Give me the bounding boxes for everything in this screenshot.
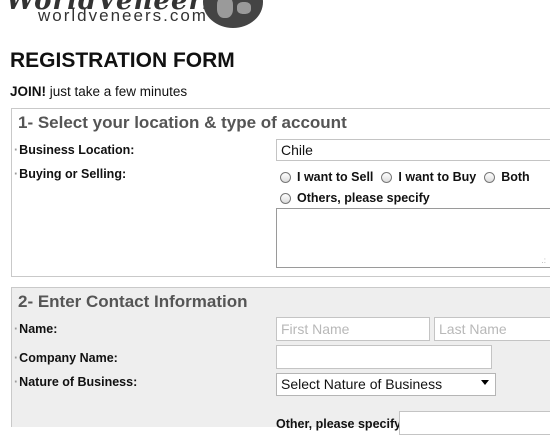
business-location-field[interactable] [276, 139, 550, 161]
section1-heading: 1- Select your location & type of accoun… [18, 113, 347, 132]
company-name-label: Company Name: [14, 351, 118, 365]
tagline-rest: just take a few minutes [46, 84, 188, 99]
others-specify-textarea[interactable]: .: [276, 208, 550, 268]
site-logo[interactable]: WorldVeneers worldveneers.com [0, 0, 300, 36]
radio-buy[interactable]: I want to Buy [381, 170, 476, 184]
other-specify-label: Other, please specify [276, 417, 402, 431]
name-label: Name: [14, 322, 57, 336]
nature-of-business-label: Nature of Business: [14, 375, 137, 389]
globe-icon [203, 0, 263, 28]
radio-sell-circle[interactable] [280, 171, 291, 183]
logo-url-text: worldveneers.com [38, 6, 208, 25]
last-name-field[interactable] [434, 317, 550, 341]
radio-both-circle[interactable] [484, 171, 496, 183]
radio-others[interactable]: Others, please specify [280, 191, 430, 205]
radio-buy-label: I want to Buy [398, 170, 477, 184]
section2-heading: 2- Enter Contact Information [18, 292, 248, 311]
resize-grip-icon[interactable]: .: [542, 257, 546, 265]
radio-both[interactable]: Both [484, 170, 530, 184]
first-name-field[interactable] [276, 317, 430, 341]
business-location-label: Business Location: [14, 143, 134, 157]
radio-sell[interactable]: I want to Sell [280, 170, 373, 184]
radio-sell-label: I want to Sell [297, 170, 374, 184]
account-type-radio-group: I want to Sell I want to Buy Both [280, 170, 538, 184]
chevron-down-icon [481, 380, 489, 385]
location-account-section: 1- Select your location & type of accoun… [11, 108, 550, 277]
other-specify-field[interactable] [399, 411, 550, 435]
page-title: REGISTRATION FORM [10, 49, 235, 72]
radio-both-label: Both [501, 170, 530, 184]
buying-selling-label: Buying or Selling: [14, 167, 126, 181]
radio-others-label: Others, please specify [297, 191, 430, 205]
radio-others-circle[interactable] [280, 192, 291, 204]
nature-of-business-select[interactable]: Select Nature of Business [276, 373, 496, 396]
tagline-join: JOIN! [10, 84, 47, 99]
contact-info-section: 2- Enter Contact Information Name: Compa… [11, 287, 550, 435]
radio-buy-circle[interactable] [381, 171, 393, 183]
tagline: JOIN! just take a few minutes [10, 84, 187, 99]
nature-selected-value: Select Nature of Business [281, 376, 443, 392]
company-name-field[interactable] [276, 345, 492, 369]
account-type-radio-group-2: Others, please specify [280, 191, 438, 205]
